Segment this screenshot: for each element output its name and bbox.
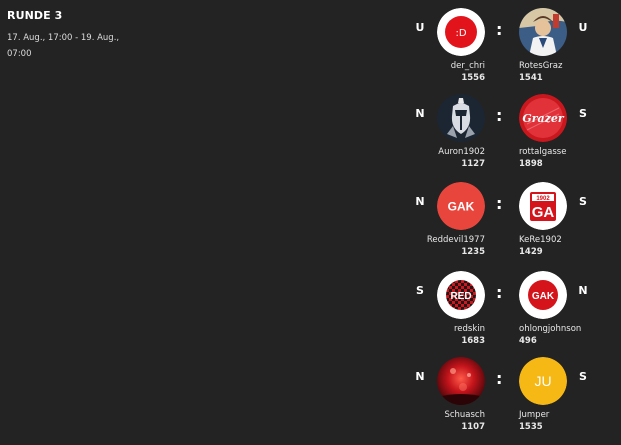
score-separator: : (496, 194, 503, 213)
match-row[interactable]: N : Grazer S Auron1902 1127 rottalgasse … (410, 94, 610, 182)
round-dates: 17. Aug., 17:00 - 19. Aug., 07:00 (7, 33, 120, 59)
away-player-name[interactable]: RotesGraz (519, 61, 562, 71)
away-player-rating: 1535 (519, 422, 543, 432)
svg-text:JU: JU (534, 373, 551, 389)
grazer-club-badge-avatar-icon[interactable]: Grazer (519, 94, 567, 142)
away-result: U (578, 21, 588, 34)
away-player-rating: 1898 (519, 159, 543, 169)
ju-initials-avatar-icon[interactable]: JU (519, 357, 567, 405)
red-flare-photo-avatar-icon[interactable] (437, 357, 485, 405)
red-checkered-avatar-icon[interactable]: RED (437, 271, 485, 319)
home-player-name[interactable]: redskin (454, 324, 485, 334)
away-player-rating: 496 (519, 336, 537, 346)
knight-avatar-icon[interactable] (437, 94, 485, 142)
away-result: S (579, 195, 587, 208)
away-result: S (579, 370, 587, 383)
score-separator: : (496, 20, 503, 39)
home-player-name[interactable]: Reddevil1977 (427, 235, 485, 245)
away-player-name[interactable]: KeRe1902 (519, 235, 562, 245)
ga-1902-badge-avatar-icon[interactable]: 1902 GA (519, 182, 567, 230)
svg-text:GA: GA (532, 204, 555, 221)
home-player-rating: 1107 (461, 422, 485, 432)
home-player-name[interactable]: Auron1902 (438, 147, 485, 157)
svg-text:GAK: GAK (448, 200, 475, 214)
svg-text:RED: RED (450, 291, 471, 302)
away-player-rating: 1429 (519, 247, 543, 257)
away-result: N (578, 284, 588, 297)
away-player-name[interactable]: rottalgasse (519, 147, 566, 157)
away-result: S (579, 107, 587, 120)
round-title: RUNDE 3 (7, 9, 63, 22)
home-player-name[interactable]: der_chri (451, 61, 485, 71)
score-separator: : (496, 283, 503, 302)
gak-ring-avatar-icon[interactable]: GAK (519, 271, 567, 319)
home-player-rating: 1556 (461, 73, 485, 83)
match-row[interactable]: N GAK : 1902 GA S Reddevil1977 1235 KeRe… (410, 182, 610, 270)
svg-text:Grazer: Grazer (522, 112, 565, 125)
home-player-rating: 1235 (461, 247, 485, 257)
away-player-rating: 1541 (519, 73, 543, 83)
home-result: S (416, 284, 424, 297)
match-row[interactable]: N : JU S Schuasch 1107 Jumper 1535 (410, 357, 610, 445)
score-separator: : (496, 369, 503, 388)
away-player-name[interactable]: ohlongjohnson (519, 324, 581, 334)
svg-text::D: :D (455, 28, 466, 39)
home-result: U (415, 21, 425, 34)
home-result: N (415, 107, 425, 120)
away-player-name[interactable]: Jumper (519, 410, 549, 420)
gak-text-avatar-icon[interactable]: GAK (437, 182, 485, 230)
home-result: N (415, 195, 425, 208)
cartoon-character-avatar-icon[interactable] (519, 8, 567, 56)
home-result: N (415, 370, 425, 383)
svg-text:GAK: GAK (532, 291, 555, 302)
svg-text:1902: 1902 (536, 196, 550, 202)
match-row[interactable]: S RED : GAK N redskin 1683 ohlongjohnson… (410, 271, 610, 359)
home-player-name[interactable]: Schuasch (444, 410, 485, 420)
match-row[interactable]: U :D : U der_chri 1556 RotesGraz 1541 (410, 8, 610, 96)
home-player-rating: 1683 (461, 336, 485, 346)
home-player-rating: 1127 (461, 159, 485, 169)
smiley-text-avatar-icon[interactable]: :D (437, 8, 485, 56)
score-separator: : (496, 106, 503, 125)
